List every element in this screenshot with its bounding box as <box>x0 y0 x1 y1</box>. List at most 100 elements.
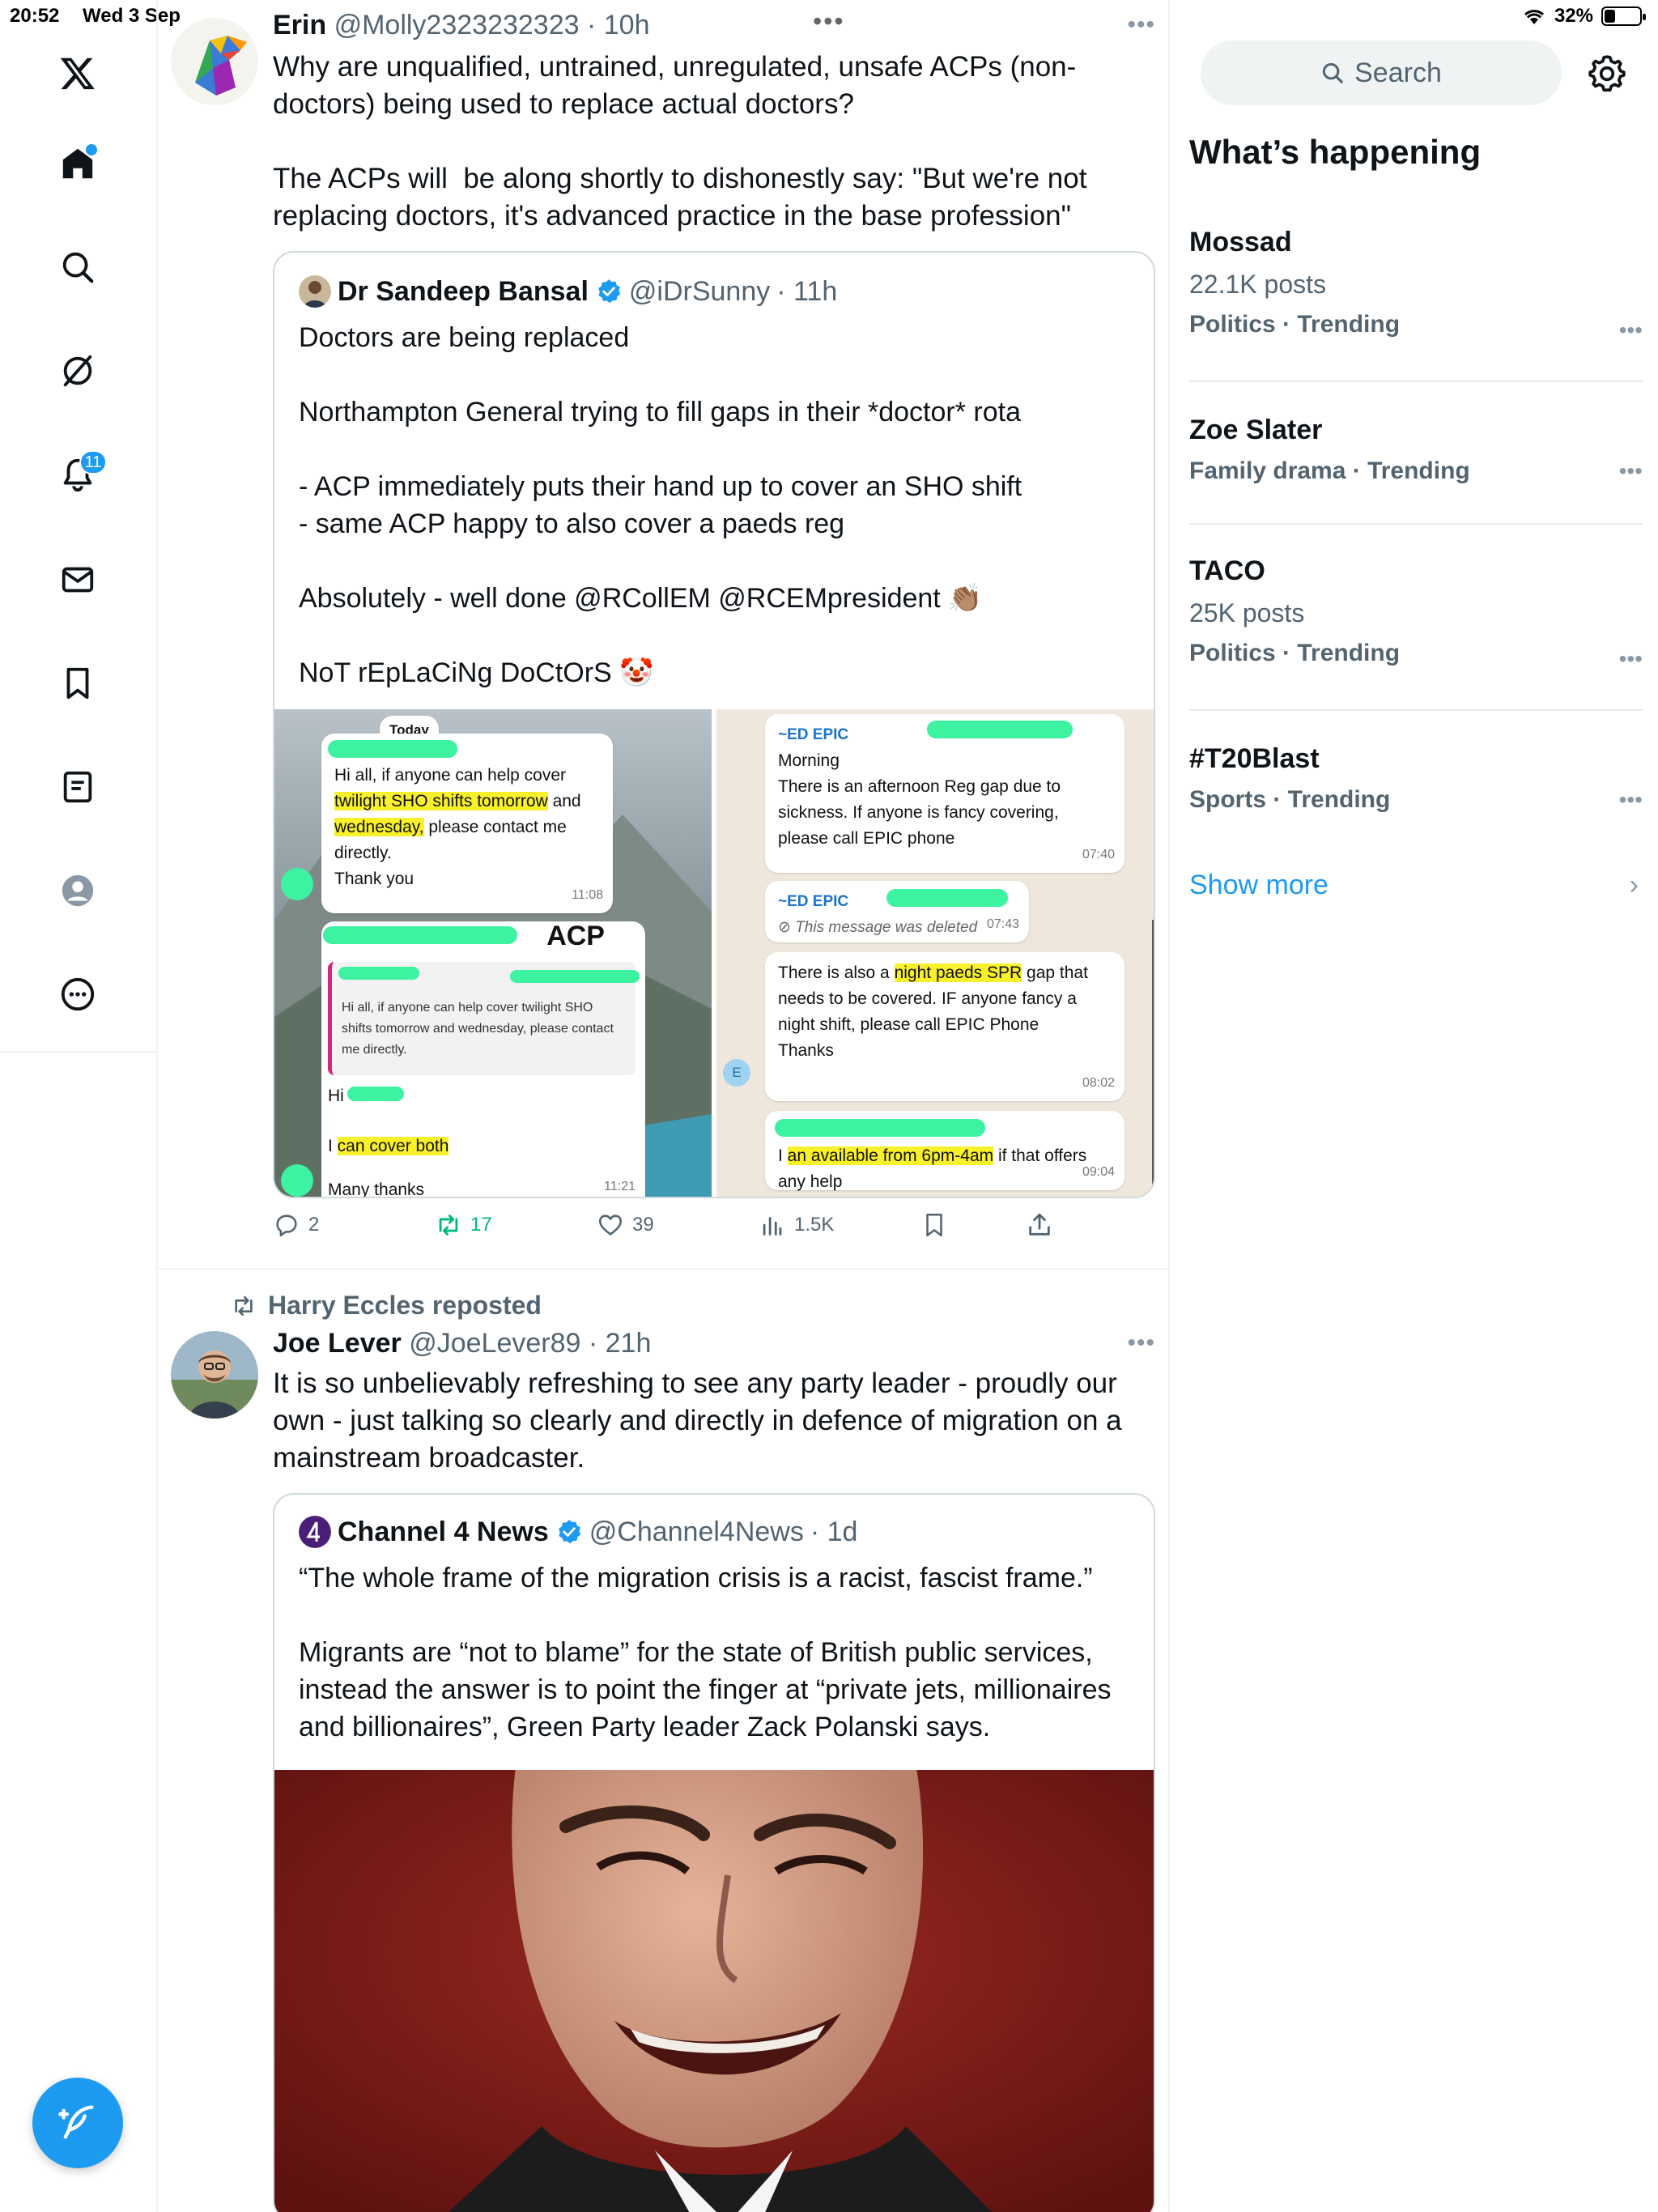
reply-icon <box>276 1214 297 1237</box>
trend-category: Politics · Trending <box>1189 311 1401 338</box>
redaction-mark <box>281 868 313 900</box>
tweet-header: Erin @Molly2323232323 · 10h <box>273 10 649 41</box>
home-icon[interactable] <box>49 134 107 193</box>
bookmark-button[interactable] <box>920 1211 948 1239</box>
chat-bubble: I an available from 6pm-4am if that offe… <box>765 1111 1124 1191</box>
redaction-mark <box>346 1087 404 1101</box>
trend-title: TACO <box>1189 555 1265 586</box>
timeline: Erin @Molly2323232323 · 10h ••• Why are … <box>158 0 1170 2212</box>
compose-icon <box>58 2105 94 2139</box>
compose-button[interactable] <box>32 2078 123 2168</box>
reply-button[interactable]: 2 <box>273 1211 319 1239</box>
quote-tweet[interactable]: Dr Sandeep Bansal @iDrSunny · 11h Doctor… <box>273 251 1155 1198</box>
redaction-mark <box>927 721 1073 738</box>
reply-count: 2 <box>308 1214 320 1236</box>
redaction-mark <box>886 889 1008 907</box>
chat-time: 09:04 <box>1082 1165 1115 1179</box>
news-photo[interactable] <box>274 1770 1154 2212</box>
avatar[interactable] <box>171 18 258 105</box>
repost-button[interactable]: 17 <box>435 1211 492 1239</box>
x-logo-icon[interactable] <box>49 44 107 102</box>
quote-avatar <box>299 1516 331 1548</box>
chevron-right-icon[interactable]: › <box>1630 870 1639 901</box>
chat-screenshot-left[interactable]: Today Hi all, if anyone can help cover t… <box>274 709 712 1197</box>
chat-highlight: can cover both <box>337 1137 449 1155</box>
chat-text: Many thanks <box>328 1180 425 1197</box>
left-nav: 11 <box>0 0 156 1053</box>
more-options-icon[interactable]: ••• <box>1619 646 1643 672</box>
tweet-header: Joe Lever @JoeLever89 · 21h <box>273 1328 651 1359</box>
bell-icon[interactable]: 11 <box>49 445 107 504</box>
chat-time: 07:43 <box>986 917 1019 931</box>
author-name[interactable]: Erin <box>273 10 326 40</box>
quote-tweet[interactable]: Channel 4 News @Channel4News · 1d “The w… <box>273 1493 1155 2212</box>
tweet[interactable]: Harry Eccles reposted Joe Lever @JoeLeve… <box>158 1270 1170 2212</box>
search-placeholder: Search <box>1354 57 1442 88</box>
tweet[interactable]: Erin @Molly2323232323 · 10h ••• Why are … <box>158 0 1170 1268</box>
repost-icon <box>235 1295 253 1316</box>
search-icon[interactable] <box>49 238 107 296</box>
more-options-icon[interactable]: ••• <box>1619 317 1643 343</box>
chat-bubble: ACP Hi all, if anyone can help cover twi… <box>321 921 645 1197</box>
views-button[interactable]: 1.5K <box>759 1211 834 1239</box>
chat-screenshot-right[interactable]: ~ED EPIC Morning There is an afternoon R… <box>716 709 1154 1197</box>
trend-category: Politics · Trending <box>1189 640 1401 666</box>
quote-header: Channel 4 News @Channel4News · 1d <box>299 1516 857 1548</box>
trend-posts: 22.1K posts <box>1189 270 1326 299</box>
verified-icon <box>558 1520 580 1544</box>
trend-item[interactable]: TACO 25K posts Politics · Trending ••• <box>1189 555 1643 671</box>
bookmark-icon[interactable] <box>49 654 107 713</box>
more-options-icon[interactable]: ••• <box>1127 11 1155 39</box>
tweet-actions: 2 17 39 1.5K <box>273 1211 1155 1252</box>
chat-text: Hi <box>328 1087 344 1105</box>
chat-text: I can cover both <box>328 1134 449 1159</box>
tweet-time[interactable]: · 10h <box>587 10 650 40</box>
trend-divider <box>1189 523 1643 525</box>
chat-text: and <box>547 792 581 810</box>
chat-time: 08:02 <box>1082 1076 1115 1090</box>
verified-icon <box>597 279 621 304</box>
bookmark-icon <box>926 1213 942 1237</box>
trend-item[interactable]: Mossad 22.1K posts Politics · Trending •… <box>1189 227 1643 342</box>
show-more-link[interactable]: Show more <box>1189 870 1329 901</box>
author-name[interactable]: Joe Lever <box>273 1328 402 1359</box>
trend-title: Zoe Slater <box>1189 415 1323 445</box>
more-options-icon[interactable]: ••• <box>1127 1329 1155 1357</box>
trend-item[interactable]: Zoe Slater Family drama · Trending ••• <box>1189 415 1643 485</box>
chat-text: Hi <box>328 1083 404 1109</box>
reply-quote-text: Hi all, if anyone can help cover twiligh… <box>342 1001 614 1057</box>
trend-divider <box>1189 381 1643 382</box>
mail-icon[interactable] <box>49 551 107 609</box>
chat-text: Thank you <box>334 870 414 888</box>
author-handle[interactable]: @JoeLever89 <box>409 1328 580 1359</box>
author-handle[interactable]: @Molly2323232323 <box>334 10 580 40</box>
portrait-image <box>274 1770 1154 2212</box>
quote-author-handle: @Channel4News <box>589 1516 804 1547</box>
like-button[interactable]: 39 <box>597 1211 654 1239</box>
share-button[interactable] <box>1026 1211 1053 1239</box>
chat-highlight: an available from 6pm-4am <box>787 1146 994 1165</box>
search-input[interactable]: Search <box>1201 40 1562 105</box>
chat-bubble: There is also a night paeds SPR gap that… <box>765 952 1124 1101</box>
repost-by[interactable]: Harry Eccles reposted <box>268 1291 542 1321</box>
section-title: What’s happening <box>1189 133 1482 171</box>
chat-text: Morning There is an afternoon Reg gap du… <box>778 751 1061 848</box>
chat-text: I <box>778 1146 788 1165</box>
profile-icon[interactable] <box>49 861 107 920</box>
more-options-icon[interactable]: ••• <box>1619 458 1643 484</box>
quote-avatar <box>299 275 331 308</box>
gear-icon[interactable] <box>1587 53 1627 94</box>
lists-icon[interactable] <box>49 758 107 816</box>
trend-item[interactable]: #T20Blast Sports · Trending ••• <box>1189 743 1643 814</box>
quote-author-name: Dr Sandeep Bansal <box>338 275 589 307</box>
avatar[interactable] <box>171 1331 258 1419</box>
chat-highlight: twilight SHO shifts tomorrow <box>334 792 548 810</box>
tweet-time[interactable]: · 21h <box>589 1328 652 1359</box>
grok-icon[interactable] <box>49 342 107 400</box>
scrollbar <box>1152 920 1154 1195</box>
views-count: 1.5K <box>794 1214 835 1236</box>
like-icon <box>598 1214 623 1236</box>
more-icon[interactable] <box>49 965 107 1023</box>
more-options-icon[interactable]: ••• <box>1619 787 1643 813</box>
chat-bubble: ~ED EPIC Morning There is an afternoon R… <box>765 714 1124 873</box>
